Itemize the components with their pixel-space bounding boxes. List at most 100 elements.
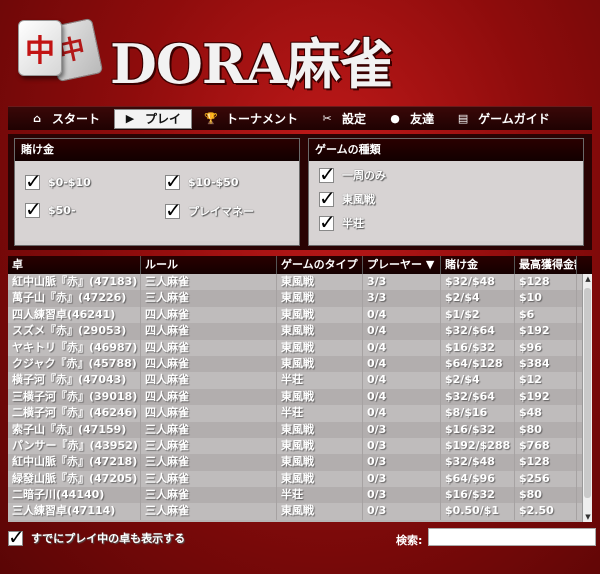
stakes-panel-title: 賭け金: [15, 139, 299, 161]
table-cell: 四人麻雀: [141, 372, 277, 389]
nav-item-label: 設定: [342, 112, 367, 126]
table-row[interactable]: 三人練習卓(47114) 三人麻雀 東風戦 0/3 $0.50/$1 $2.50: [8, 503, 592, 520]
table-cell: 三人練習卓(47114): [8, 503, 141, 520]
column-header-players[interactable]: プレーヤー ▼: [363, 256, 441, 274]
game-type-option-label: 一周のみ: [342, 169, 386, 182]
scroll-up-icon[interactable]: ▲: [583, 274, 592, 284]
table-row[interactable]: パンサー『赤』(43952) 三人麻雀 東風戦 0/3 $192/$288 $768: [8, 437, 592, 455]
nav-item-5[interactable]: ▤ ゲームガイド: [448, 109, 560, 129]
column-header-max-win[interactable]: 最高獲得金額: [515, 256, 577, 274]
table-cell: スズメ『赤』(29053): [8, 323, 141, 340]
table-cell: 東風戦: [277, 470, 363, 488]
show-playing-checkbox[interactable]: [8, 525, 25, 549]
column-header-stakes[interactable]: 賭け金: [441, 256, 515, 274]
table-cell: 東風戦: [277, 454, 363, 471]
table-cell: 三人麻雀: [141, 487, 277, 504]
nav-item-1[interactable]: ▶ プレイ: [114, 108, 193, 129]
table-cell: 紅中山脈『赤』(47183): [8, 274, 141, 291]
checkbox[interactable]: [25, 169, 42, 193]
table-cell: 3/3: [363, 290, 441, 307]
stake-option-label: $50-: [48, 204, 76, 217]
table-row[interactable]: 二暗子川(44140) 三人麻雀 半荘 0/3 $16/$32 $80: [8, 487, 592, 504]
checkbox[interactable]: [319, 162, 336, 186]
table-row[interactable]: 紅中山脈『赤』(47218) 三人麻雀 東風戦 0/3 $32/$48 $128: [8, 454, 592, 471]
checkbox[interactable]: [319, 186, 336, 210]
table-row[interactable]: 二横子河『赤』(46246) 四人麻雀 半荘 0/4 $8/$16 $48: [8, 405, 592, 422]
table-cell: $256: [515, 470, 577, 488]
table-row[interactable]: クジャク『赤』(45788) 四人麻雀 東風戦 0/4 $64/$128 $384: [8, 355, 592, 373]
table-cell: 半荘: [277, 405, 363, 422]
nav-item-label: ゲームガイド: [478, 112, 550, 126]
table-cell: $32/$48: [441, 274, 515, 291]
table-cell: 三人麻雀: [141, 421, 277, 438]
table-row[interactable]: 横子河『赤』(47043) 四人麻雀 半荘 0/4 $2/$4 $12: [8, 372, 592, 389]
tables-list: 卓 ルール ゲームのタイプ プレーヤー ▼ 賭け金 最高獲得金額 紅中山脈『赤』…: [8, 256, 592, 522]
stake-option-play-money[interactable]: プレイマネー: [165, 198, 254, 222]
table-cell: 0/4: [363, 372, 441, 389]
table-cell: $16/$32: [441, 421, 515, 438]
table-row[interactable]: 三横子河『赤』(39018) 四人麻雀 東風戦 0/4 $32/$64 $192: [8, 388, 592, 406]
table-row[interactable]: 紅中山脈『赤』(47183) 三人麻雀 東風戦 3/3 $32/$48 $128: [8, 274, 592, 291]
table-cell: 三人麻雀: [141, 274, 277, 291]
table-cell: 0/4: [363, 405, 441, 422]
table-row[interactable]: ヤキトリ『赤』(46987) 四人麻雀 東風戦 0/4 $16/$32 $96: [8, 339, 592, 356]
checkbox[interactable]: [165, 169, 182, 193]
table-cell: 三横子河『赤』(39018): [8, 388, 141, 406]
table-row[interactable]: 索子山『赤』(47159) 三人麻雀 東風戦 0/3 $16/$32 $80: [8, 421, 592, 438]
stake-option-10-50[interactable]: $10-$50: [165, 169, 239, 193]
logo-tile-char: 中: [25, 34, 55, 69]
checkbox[interactable]: [319, 210, 336, 234]
table-row[interactable]: 四人練習卓(46241) 四人麻雀 東風戦 0/4 $1/$2 $6: [8, 306, 592, 324]
stake-option-0-10[interactable]: $0-$10: [25, 169, 91, 193]
scroll-thumb[interactable]: [584, 288, 591, 498]
table-cell: 三人麻雀: [141, 454, 277, 471]
table-cell: $1/$2: [441, 306, 515, 324]
nav-item-3[interactable]: ✂ 設定: [312, 109, 376, 129]
table-cell: 索子山『赤』(47159): [8, 421, 141, 438]
table-cell: $32/$64: [441, 388, 515, 406]
table-body: 紅中山脈『赤』(47183) 三人麻雀 東風戦 3/3 $32/$48 $128 萬子山『赤…: [8, 274, 592, 522]
game-type-panel: ゲームの種類 一周のみ 東風戦 半荘: [308, 138, 584, 246]
nav-item-label: 友達: [410, 112, 435, 126]
table-cell: 東風戦: [277, 421, 363, 438]
table-cell: $6: [515, 306, 577, 324]
column-header-table[interactable]: 卓: [8, 256, 141, 274]
table-cell: $16/$32: [441, 339, 515, 356]
search-input[interactable]: [428, 528, 596, 546]
show-playing-option[interactable]: すでにプレイ中の卓も表示する: [8, 525, 185, 549]
game-type-option-one-round[interactable]: 一周のみ: [319, 162, 386, 186]
book-icon: ▤: [457, 112, 469, 125]
stakes-panel: 賭け金 $0-$10 $10-$50 $50- プレイマネー: [14, 138, 300, 246]
column-header-game-type[interactable]: ゲームのタイプ: [277, 256, 363, 274]
table-cell: $128: [515, 454, 577, 471]
mahjong-tile-logo-icon: 中: [18, 20, 62, 76]
table-cell: 0/4: [363, 355, 441, 373]
nav-item-2[interactable]: 🏆 トーナメント: [196, 109, 308, 129]
checkbox[interactable]: [165, 198, 182, 222]
footer: すでにプレイ中の卓も表示する 検索:: [8, 525, 596, 550]
home-icon: ⌂: [33, 112, 41, 125]
table-cell: 四人麻雀: [141, 355, 277, 373]
tools-icon: ✂: [322, 112, 332, 125]
game-type-option-tonpuusen[interactable]: 東風戦: [319, 186, 375, 210]
nav-item-0[interactable]: ⌂ スタート: [22, 109, 110, 129]
nav-item-4[interactable]: ● 友達: [380, 109, 444, 129]
game-type-option-hanchan[interactable]: 半荘: [319, 210, 364, 234]
stake-option-label: プレイマネー: [188, 205, 254, 218]
table-cell: 二暗子川(44140): [8, 487, 141, 504]
table-row[interactable]: 緑發山脈『赤』(47205) 三人麻雀 東風戦 0/3 $64/$96 $256: [8, 470, 592, 488]
stake-option-50-plus[interactable]: $50-: [25, 197, 76, 221]
column-header-rule[interactable]: ルール: [141, 256, 277, 274]
header: 中 中 DORA麻雀: [0, 0, 600, 100]
table-cell: 東風戦: [277, 290, 363, 307]
main-nav: ⌂ スタート ▶ プレイ 🏆 トーナメント ✂ 設定 ● 友達 ▤ ゲームガイド: [8, 106, 592, 130]
checkbox[interactable]: [25, 197, 42, 221]
table-scrollbar[interactable]: ▲ ▼: [582, 274, 592, 522]
table-row[interactable]: 萬子山『赤』(47226) 三人麻雀 東風戦 3/3 $2/$4 $10: [8, 290, 592, 307]
table-row[interactable]: スズメ『赤』(29053) 四人麻雀 東風戦 0/4 $32/$64 $192: [8, 323, 592, 340]
table-cell: $10: [515, 290, 577, 307]
table-cell: $2.50: [515, 503, 577, 520]
stakes-options: $0-$10 $10-$50 $50- プレイマネー: [15, 161, 299, 241]
table-cell: 0/4: [363, 339, 441, 356]
scroll-down-icon[interactable]: ▼: [583, 512, 592, 522]
